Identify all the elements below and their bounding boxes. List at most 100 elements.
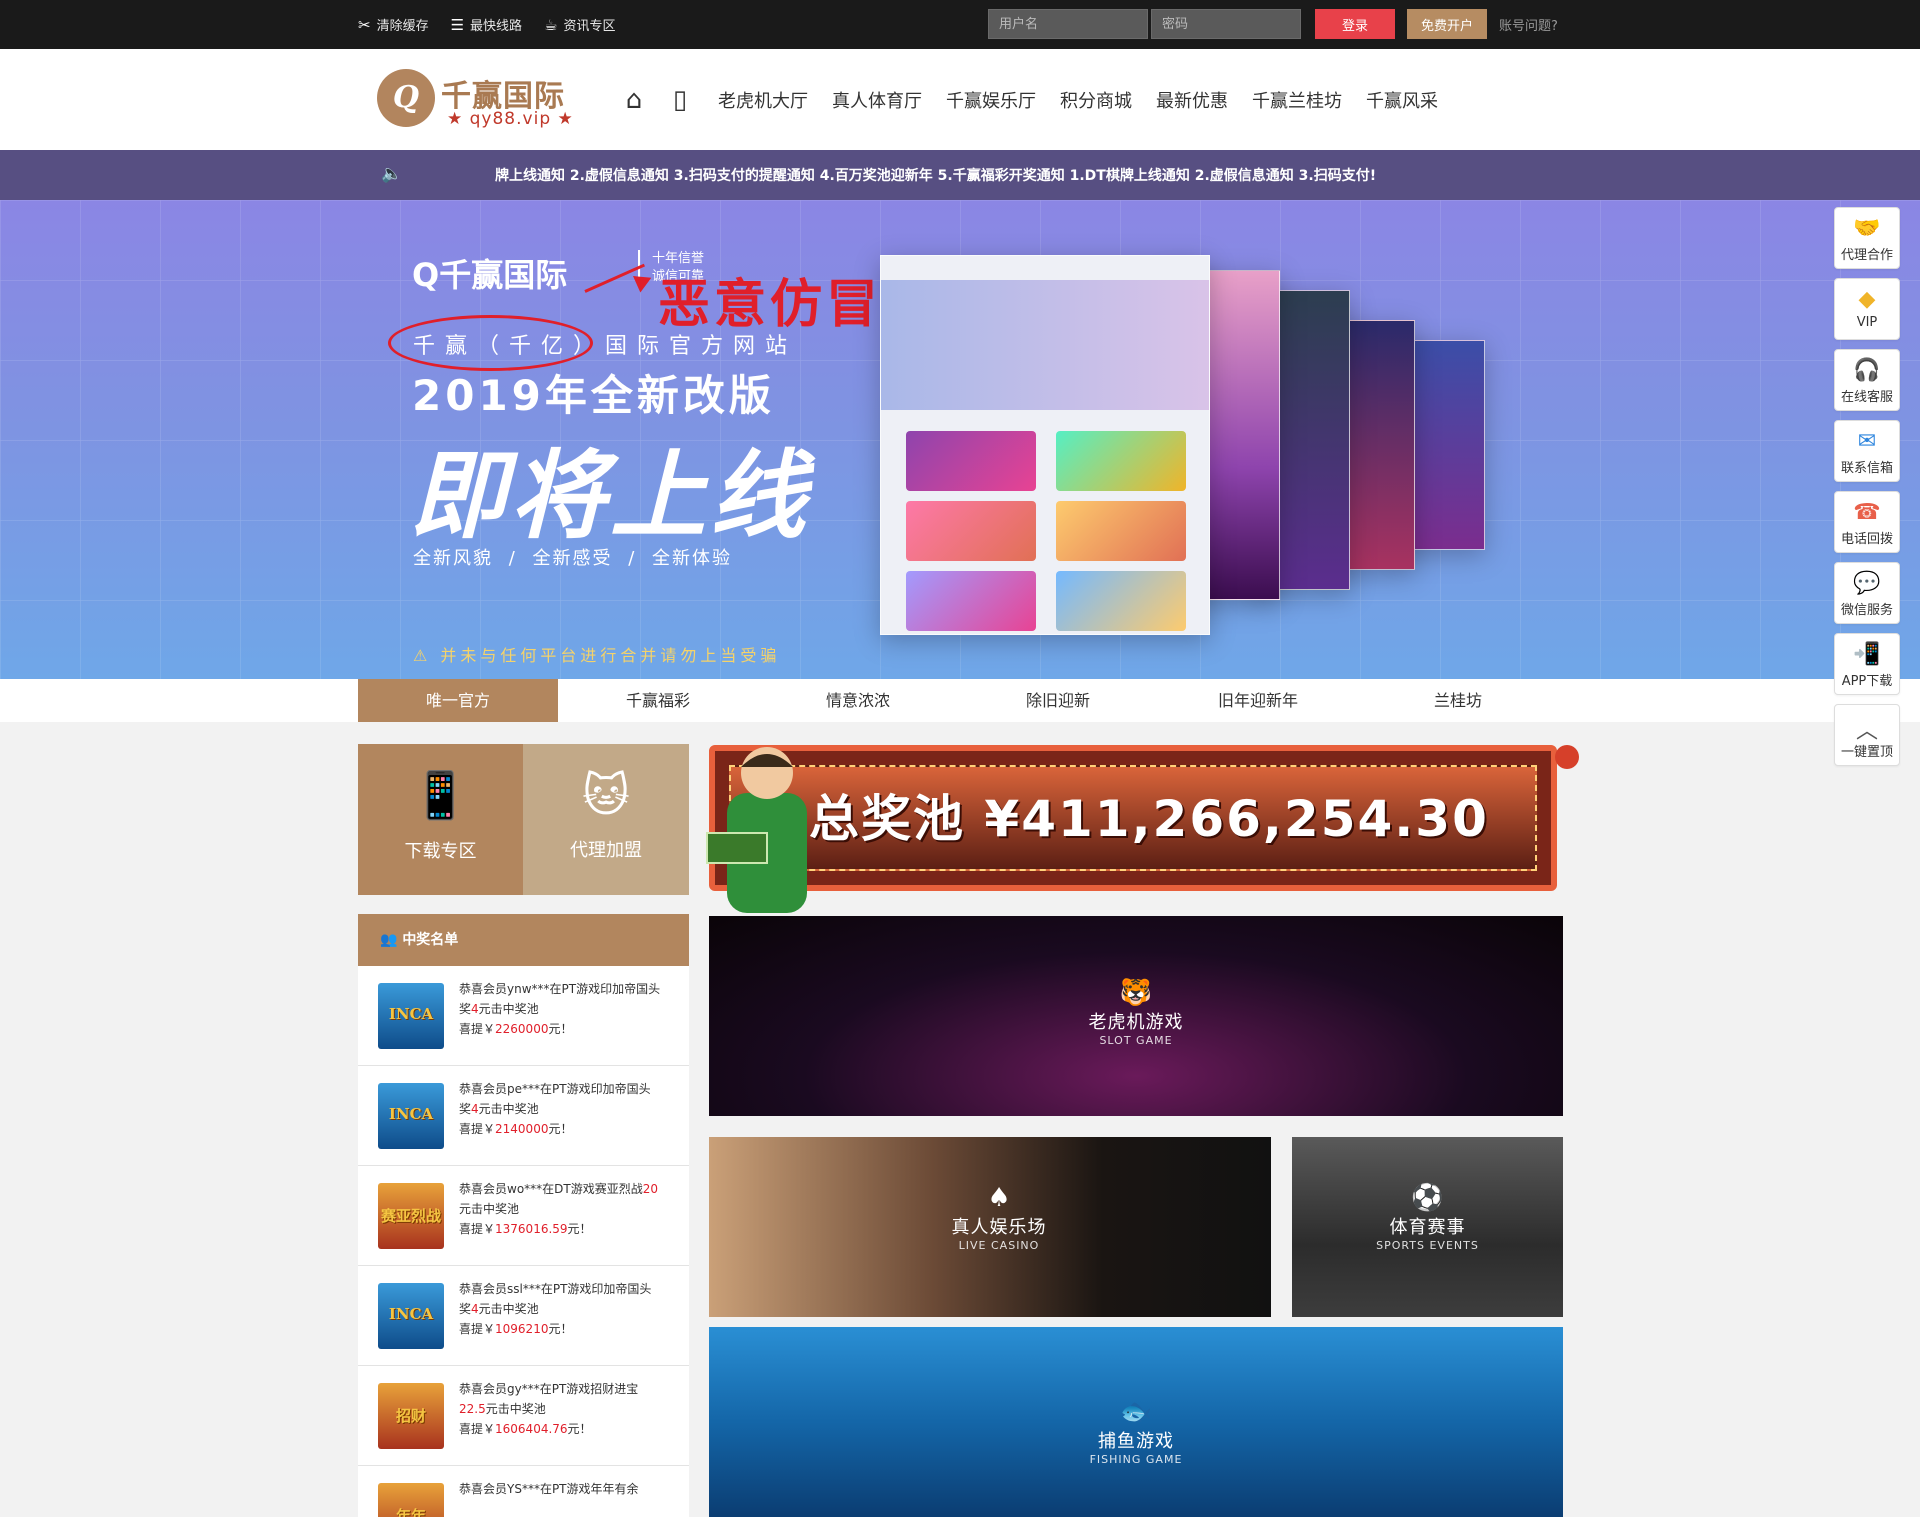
winner-line1-text: 恭喜会员wo***在DT游戏赛亚烈战 [459,1182,643,1196]
jackpot-banner[interactable]: 总奖池 ¥411,266,254.30 [697,733,1579,913]
winner-row: 招财 恭喜会员gy***在PT游戏招财进宝 22.5元击中奖池 喜提￥1606404.… [358,1366,689,1466]
side-button-envelope[interactable]: ✉ 联系信箱 [1834,420,1900,482]
download-zone-label: 下载专区 [404,841,477,862]
notice-marquee[interactable]: 牌上线通知 2.虚假信息通知 3.扫码支付的提醒通知 4.百万奖池迎新年 5.千… [495,165,1495,185]
register-button[interactable]: 免费开户 [1407,9,1487,39]
game-thumbnail-label: INCA [388,1105,434,1123]
winner-prize-amount: 1376016.59 [495,1222,568,1236]
clear-cache-link[interactable]: ✂ 清除缓存 [358,15,429,35]
winner-bet-amount: 22.5 [459,1402,486,1416]
winner-line3-text: 喜提￥ [459,1322,496,1336]
fish-icon: 🐟 [1119,1397,1153,1427]
hero-banner[interactable]: Q千赢国际 十年信誉 诚信可靠 恶意仿冒宣传！！！ 千赢（千亿）国际官方网站 2… [0,200,1920,679]
winner-row: INCA 恭喜会员ynw***在PT游戏印加帝国头 奖4元击中奖池 喜提￥226000… [358,966,689,1066]
winner-line1: 恭喜会员YS***在PT游戏年年有余 [459,1479,669,1499]
home-icon[interactable]: ⌂ [614,85,654,115]
winner-bet-amount: 4 [471,1002,479,1016]
password-input[interactable] [1151,9,1301,39]
game-thumbnail[interactable]: 年年 [378,1483,444,1517]
news-zone-link[interactable]: ☕ 资讯专区 [544,15,615,35]
game-thumbnail[interactable]: 赛亚烈战 [378,1183,444,1249]
winner-line3: 喜提￥1606404.76元！ [459,1419,669,1439]
fastest-route-label: 最快线路 [470,19,523,34]
winner-line3: 喜提￥2140000元！ [459,1119,669,1139]
winner-line2-suffix: 元击中奖池 [459,1202,520,1216]
live-casino-title: 真人娱乐场 [951,1217,1047,1238]
game-thumbnail[interactable]: INCA [378,983,444,1049]
game-thumbnail[interactable]: 招财 [378,1383,444,1449]
side-button-label: 一键置顶 [1840,745,1893,760]
logo-url: ★ qy88.vip ★ [447,109,574,129]
winner-line2-suffix: 元击中奖池 [478,1302,539,1316]
winner-line2-suffix: 元击中奖池 [478,1002,539,1016]
winner-line3-suffix: 元！ [548,1322,573,1336]
dealer-icon: ♠ [987,1183,1011,1213]
broom-icon: ✂ [358,15,371,34]
live-casino-card[interactable]: ♠ 真人娱乐场 LIVE CASINO [709,1137,1271,1317]
account-problem-link[interactable]: 账号问题? [1499,15,1558,34]
tab-lottery[interactable]: 千赢福彩 [558,679,758,722]
side-button-app-download[interactable]: 📲 APP下载 [1834,633,1900,695]
tab-lan-kwai-fong[interactable]: 兰桂坊 [1358,679,1558,722]
game-thumbnail[interactable]: INCA [378,1283,444,1349]
banner-features: 全新风貌 / 全新感受 / 全新体验 [413,548,733,569]
winner-line1: 恭喜会员ynw***在PT游戏印加帝国头 [459,979,669,999]
nav-item-live-sports[interactable]: 真人体育厅 [832,87,922,113]
side-button-label: 联系信箱 [1840,461,1893,476]
download-zone-button[interactable]: 📱 下载专区 [358,744,523,895]
side-button-back-to-top[interactable]: ︿ 一键置顶 [1834,704,1900,766]
logo-mark: Q [377,69,435,127]
slot-game-card[interactable]: 🐯 老虎机游戏 SLOT GAME [709,916,1563,1116]
winner-prize-amount: 2140000 [495,1122,549,1136]
site-header: Q 千赢国际 ★ qy88.vip ★ ⌂ ▯ 老虎机大厅 真人体育厅 千赢娱乐… [0,49,1920,150]
sports-events-subtitle: SPORTS EVENTS [1376,1239,1479,1252]
tab-official[interactable]: 唯一官方 [358,679,558,722]
winner-text: 恭喜会员gy***在PT游戏招财进宝 22.5元击中奖池 喜提￥1606404.76… [459,1379,669,1439]
winner-row: INCA 恭喜会员ssl***在PT游戏印加帝国头 奖4元击中奖池 喜提￥109621… [358,1266,689,1366]
side-button-vip-diamond[interactable]: ◆ VIP [1834,278,1900,340]
envelope-icon: ✉ [1857,429,1877,454]
side-button-handshake[interactable]: 🤝 代理合作 [1834,207,1900,269]
fishing-game-card[interactable]: 🐟 捕鱼游戏 FISHING GAME [709,1327,1563,1517]
login-button[interactable]: 登录 [1315,9,1395,39]
quick-links: ✂ 清除缓存 ☰ 最快线路 ☕ 资讯专区 [358,15,616,35]
side-button-label: 在线客服 [1840,390,1893,405]
nav-item-style[interactable]: 千赢风采 [1366,87,1438,113]
winner-line1: 恭喜会员gy***在PT游戏招财进宝 [459,1379,669,1399]
nav-item-points-mall[interactable]: 积分商城 [1060,87,1132,113]
winners-title: 中奖名单 [402,932,459,948]
nav-item-entertainment[interactable]: 千赢娱乐厅 [946,87,1036,113]
winner-line1: 恭喜会员ssl***在PT游戏印加帝国头 [459,1279,669,1299]
tab-new-year[interactable]: 除旧迎新 [958,679,1158,722]
site-logo[interactable]: Q 千赢国际 ★ qy88.vip ★ [377,67,587,133]
app-download-icon: 📲 [1853,642,1881,667]
side-button-wechat[interactable]: 💬 微信服务 [1834,562,1900,624]
username-input[interactable] [988,9,1148,39]
side-button-headset[interactable]: 🎧 在线客服 [1834,349,1900,411]
winner-line2-text: 奖 [459,1102,472,1116]
side-button-phone[interactable]: ☎ 电话回拨 [1834,491,1900,553]
tab-old-new-year[interactable]: 旧年迎新年 [1158,679,1358,722]
tab-affection[interactable]: 情意浓浓 [758,679,958,722]
mobile-icon[interactable]: ▯ [660,85,700,115]
winner-line1-text: 恭喜会员ynw***在PT游戏印加帝国头 [459,982,661,996]
handshake-icon: 🤝 [1853,216,1881,241]
nav-item-slots[interactable]: 老虎机大厅 [718,87,808,113]
winner-text: 恭喜会员wo***在DT游戏赛亚烈战20 元击中奖池 喜提￥1376016.59元！ [459,1179,669,1239]
nav-item-promotions[interactable]: 最新优惠 [1156,87,1228,113]
game-thumbnail[interactable]: INCA [378,1083,444,1149]
nav-item-lan-kwai-fong[interactable]: 千赢兰桂坊 [1252,87,1342,113]
winner-line2: 22.5元击中奖池 [459,1399,669,1419]
winner-line3: 喜提￥1096210元！ [459,1319,669,1339]
agent-join-button[interactable]: 🐱 代理加盟 [523,744,689,895]
winner-bet-amount: 4 [471,1102,479,1116]
preview-tile [1056,571,1186,631]
website-preview-screens [840,230,1580,650]
jackpot-total: 总奖池 ¥411,266,254.30 [809,790,1489,848]
sports-events-card[interactable]: ⚽ 体育赛事 SPORTS EVENTS [1292,1137,1563,1317]
clear-cache-label: 清除缓存 [376,19,429,34]
vip-diamond-icon: ◆ [1858,287,1876,312]
fastest-route-link[interactable]: ☰ 最快线路 [451,15,523,35]
winner-prize-amount: 1606404.76 [495,1422,568,1436]
banner-merge-warning: ⚠ 并未与任何平台进行合并请勿上当受骗 [413,646,781,665]
